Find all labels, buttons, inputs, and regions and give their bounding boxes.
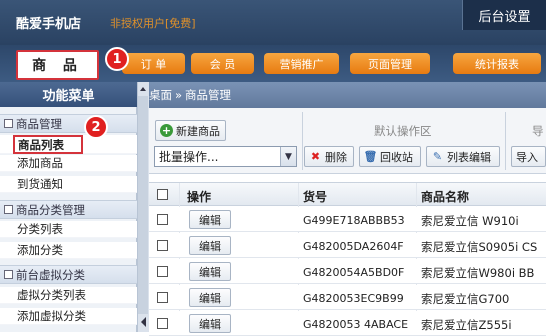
row-sku: G499E718ABBB53 (303, 214, 405, 227)
tab-members[interactable]: 会 员 (191, 53, 254, 74)
toolbar-divider (302, 112, 303, 170)
sidebar-item-arrival-notice[interactable]: 到货通知 (0, 176, 137, 193)
section-label: 商品分类管理 (16, 202, 85, 217)
breadcrumb-separator: » (175, 88, 183, 102)
scrollbar-thumb[interactable] (138, 96, 148, 314)
unauthorized-user-notice[interactable]: 非授权用户[免费] (110, 15, 196, 31)
sidebar-section-goods-management[interactable]: 商品管理 (0, 114, 137, 133)
list-edit-label: 列表编辑 (447, 150, 491, 164)
edit-button[interactable]: 编辑 (189, 210, 231, 229)
section-label: 商品管理 (16, 116, 62, 131)
delete-label: 删除 (325, 150, 347, 164)
row-sku: G482005DA2604F (303, 240, 404, 253)
sidebar-section-virtual-category[interactable]: 前台虚拟分类 (0, 265, 137, 284)
batch-operation-select[interactable]: 批量操作... ▼ (154, 146, 297, 167)
collapse-left-arrow-icon[interactable] (139, 316, 148, 328)
row-name[interactable]: 索尼爱立信Z555i (421, 317, 512, 333)
sidebar-item-category-list[interactable]: 分类列表 (0, 221, 137, 238)
import-section-label: 导 (532, 124, 544, 138)
trash-can-icon: 🗑 (363, 150, 378, 163)
breadcrumb-current: 商品管理 (185, 88, 232, 102)
breadcrumb-home[interactable]: 桌面 (149, 87, 172, 103)
section-label: 前台虚拟分类 (16, 267, 85, 282)
tab-statistics[interactable]: 统计报表 (453, 53, 541, 74)
step-badge-2: 2 (84, 115, 108, 139)
tab-goods[interactable]: 商 品 (16, 50, 99, 80)
collapse-box-icon (4, 205, 13, 214)
row-checkbox[interactable] (157, 318, 168, 329)
recycle-bin-button[interactable]: 🗑 回收站 (359, 146, 421, 167)
chevron-down-icon[interactable]: ▼ (280, 147, 296, 166)
column-header-sku[interactable]: 货号 (303, 188, 327, 205)
edit-button[interactable]: 编辑 (189, 262, 231, 281)
sidebar-item-add-category[interactable]: 添加分类 (0, 242, 137, 259)
row-sku: G4820054A5BD0F (303, 266, 405, 279)
list-edit-button[interactable]: ✎ 列表编辑 (426, 146, 500, 167)
row-checkbox[interactable] (157, 266, 168, 277)
sidebar-title: 功能菜单 (0, 82, 137, 107)
edit-button[interactable]: 编辑 (189, 236, 231, 255)
shop-name: 酷爱手机店 (16, 17, 82, 32)
row-name[interactable]: 索尼爱立信 W910i (421, 213, 519, 229)
column-header-name[interactable]: 商品名称 (421, 188, 469, 205)
default-ops-label: 默认操作区 (374, 124, 432, 138)
select-all-checkbox[interactable] (157, 189, 168, 200)
row-sku: G4820053 4ABACE (303, 318, 409, 331)
sidebar-item-add-virtual-category[interactable]: 添加虚拟分类 (0, 308, 137, 325)
collapse-box-icon (4, 270, 13, 279)
row-checkbox[interactable] (157, 292, 168, 303)
edit-pencil-icon: ✎ (432, 150, 443, 163)
sidebar-item-add-goods[interactable]: 添加商品 (0, 155, 137, 172)
toolbar-divider (505, 112, 506, 170)
sidebar-item-virtual-category-list[interactable]: 虚拟分类列表 (0, 287, 137, 304)
import-label: 导入 (516, 150, 538, 164)
batch-select-value: 批量操作... (159, 150, 219, 164)
row-name[interactable]: 索尼爱立信S0905i CS (421, 239, 537, 255)
add-goods-label: 新建商品 (176, 124, 220, 138)
column-header-op: 操作 (187, 190, 212, 204)
edit-button[interactable]: 编辑 (189, 288, 231, 307)
recycle-label: 回收站 (380, 150, 413, 164)
sidebar-item-goods-list[interactable]: 商品列表 (13, 135, 83, 154)
sidebar-section-category-management[interactable]: 商品分类管理 (0, 200, 137, 219)
row-checkbox[interactable] (157, 240, 168, 251)
row-sku: G4820053EC9B99 (303, 292, 404, 305)
scroll-up-arrow-icon[interactable] (138, 84, 148, 94)
row-name[interactable]: 索尼爱立信G700 (421, 291, 509, 307)
tab-page-management[interactable]: 页面管理 (350, 53, 430, 74)
tab-orders[interactable]: 订 单 (122, 53, 185, 74)
collapse-box-icon (4, 119, 13, 128)
delete-button[interactable]: ✖ 删除 (304, 146, 354, 167)
row-name[interactable]: 索尼爱立信W980i BB (421, 265, 534, 281)
step-badge-1: 1 (105, 47, 129, 71)
import-button[interactable]: 导入 (511, 146, 546, 167)
row-checkbox[interactable] (157, 214, 168, 225)
tab-marketing[interactable]: 营销推广 (264, 53, 339, 74)
breadcrumb: 桌面 » 商品管理 (149, 82, 546, 108)
plus-icon: + (160, 124, 173, 137)
add-goods-button[interactable]: + 新建商品 (155, 120, 226, 141)
admin-settings-button[interactable]: 后台设置 (462, 0, 546, 30)
delete-x-icon: ✖ (310, 150, 321, 163)
edit-button[interactable]: 编辑 (189, 314, 231, 333)
